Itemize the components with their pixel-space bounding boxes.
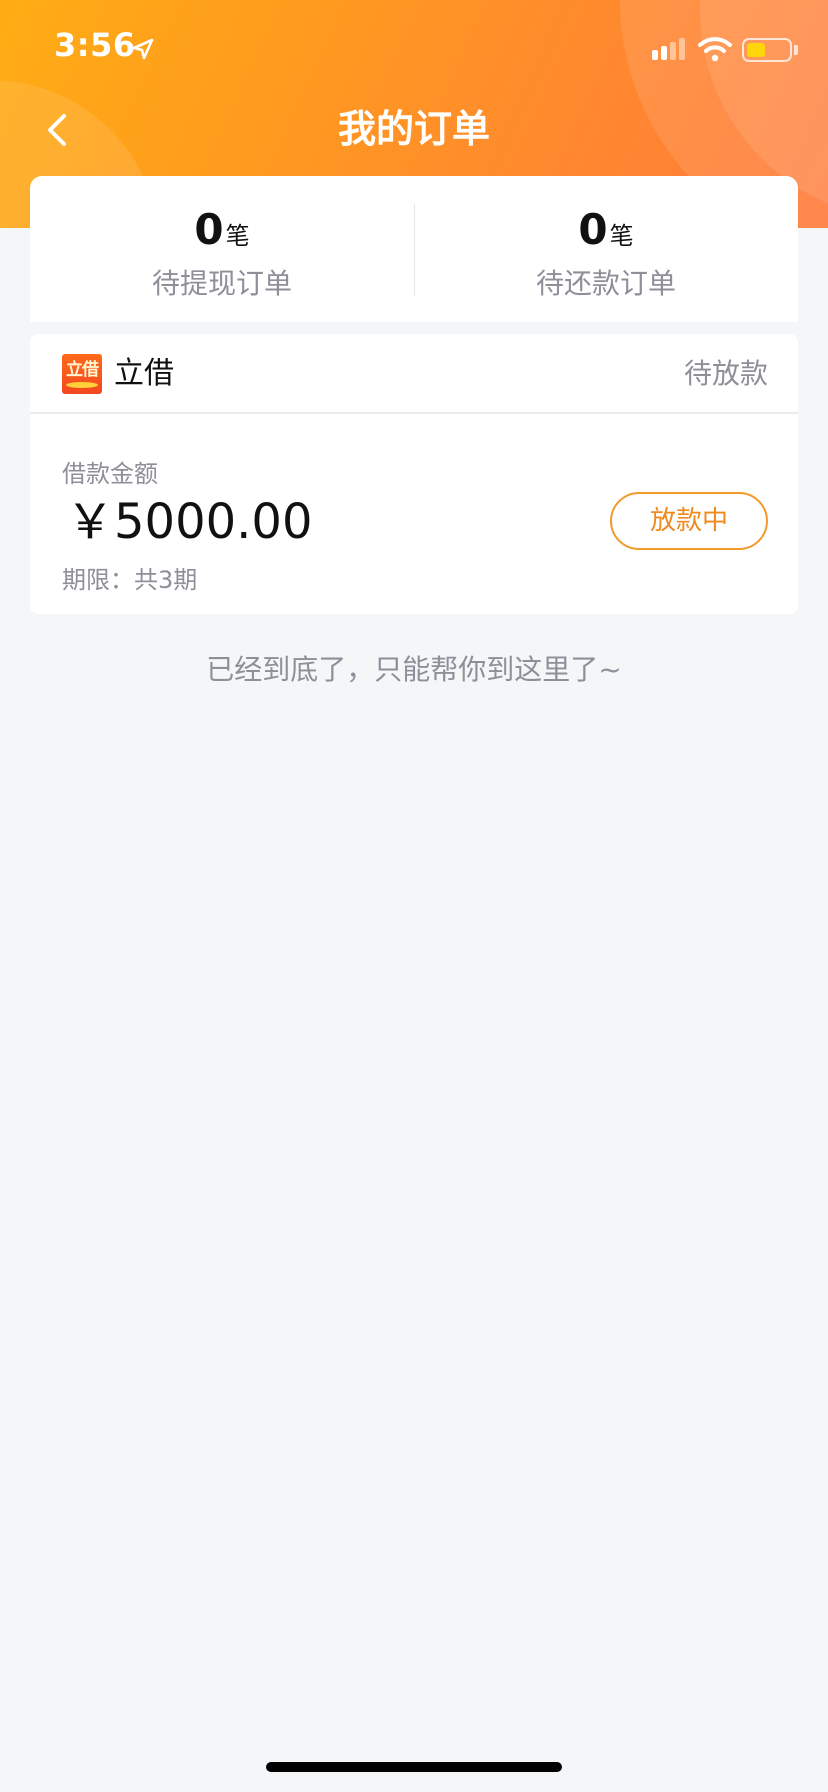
pending-withdraw-label: 待提现订单: [151, 267, 292, 300]
brand-name: 立借: [114, 356, 174, 391]
pending-repay-summary[interactable]: 0笔 待还款订单: [414, 176, 798, 322]
pending-withdraw-count: 0: [194, 205, 224, 254]
wifi-icon: [698, 37, 732, 62]
home-indicator[interactable]: [266, 1762, 562, 1772]
battery-icon: [742, 38, 792, 62]
page-title: 我的订单: [337, 107, 490, 151]
pending-withdraw-unit: 笔: [225, 222, 250, 250]
pending-repay-unit: 笔: [609, 222, 634, 250]
cellular-signal-icon: [652, 38, 685, 60]
end-of-list-text: 已经到底了，只能帮你到这里了~: [206, 653, 622, 686]
order-summary-card: 0笔 待提现订单 0笔 待还款订单: [30, 176, 798, 322]
pending-repay-label: 待还款订单: [535, 267, 676, 300]
loan-term: 期限：共3期: [62, 566, 198, 594]
order-status: 待放款: [683, 357, 768, 390]
disbursing-button[interactable]: 放款中: [610, 492, 768, 550]
brand-logo: 立借: [62, 354, 102, 394]
order-card-header: 立借 立借 待放款: [30, 334, 798, 414]
loan-amount-label: 借款金额: [62, 460, 158, 488]
brand-logo-text: 立借: [66, 360, 99, 380]
pending-withdraw-summary[interactable]: 0笔 待提现订单: [30, 176, 414, 322]
pending-repay-count: 0: [578, 205, 608, 254]
status-bar: 3:56: [0, 0, 828, 100]
logo-stripe: [66, 382, 98, 388]
loan-amount: ￥5000.00: [66, 494, 313, 550]
battery-cap: [794, 45, 798, 55]
battery-level: [747, 43, 765, 57]
status-time: 3:56: [54, 26, 136, 64]
order-card[interactable]: 立借 立借 待放款 借款金额 ￥5000.00 期限：共3期 放款中: [30, 334, 798, 614]
location-arrow-icon: [132, 38, 154, 60]
